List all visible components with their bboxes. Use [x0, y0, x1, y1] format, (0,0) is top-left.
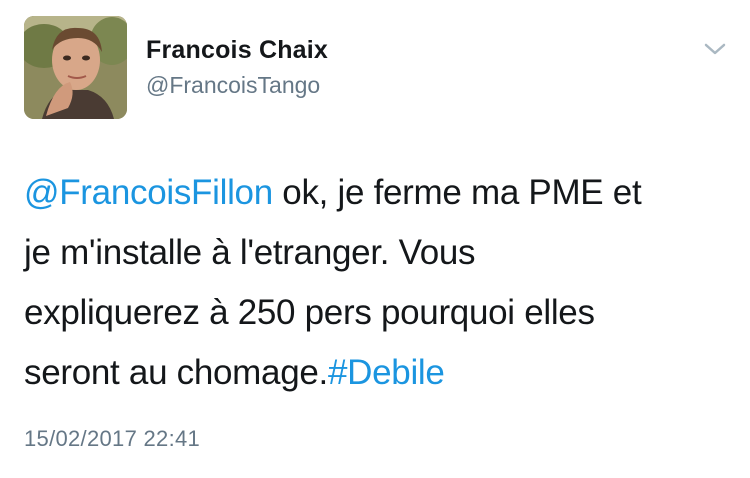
tweet-line: je m'installe à l'etranger. Vous: [24, 233, 476, 272]
tweet-line: @FrancoisFillon ok, je ferme ma PME et: [24, 163, 729, 223]
user-handle[interactable]: @FrancoisTango: [146, 72, 320, 99]
mention-link[interactable]: @FrancoisFillon: [24, 173, 273, 212]
avatar[interactable]: [24, 16, 127, 119]
tweet-card: Francois Chaix @FrancoisTango @FrancoisF…: [0, 0, 750, 478]
timestamp[interactable]: 15/02/2017 22:41: [24, 426, 200, 452]
chevron-down-icon[interactable]: [702, 40, 728, 58]
display-name[interactable]: Francois Chaix: [146, 36, 328, 65]
tweet-line: seront au chomage.#Debile: [24, 343, 729, 403]
tweet-text: @FrancoisFillon ok, je ferme ma PME et j…: [24, 163, 729, 403]
tweet-text-segment: ok, je ferme ma PME et: [272, 173, 642, 212]
hashtag-link[interactable]: #Debile: [328, 353, 445, 392]
tweet-text-segment: seront au chomage.: [24, 353, 328, 392]
tweet-line: expliquerez à 250 pers pourquoi elles: [24, 293, 595, 332]
avatar-photo: [24, 16, 127, 119]
